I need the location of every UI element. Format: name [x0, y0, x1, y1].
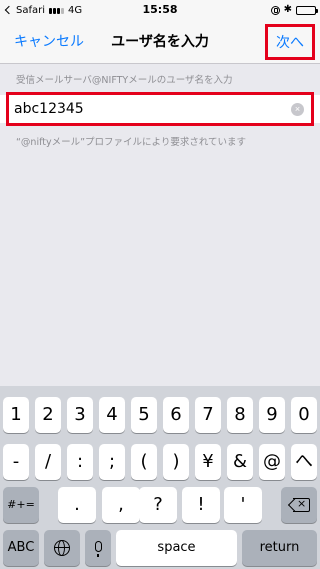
keyboard: 1 2 3 4 5 6 7 8 9 0 - / : ; ( ) ¥ & @ へ …: [0, 386, 320, 569]
username-section-footer: “@niftyメール”プロファイルにより要求されています: [16, 137, 247, 148]
key-open-paren[interactable]: (: [131, 444, 157, 480]
globe-icon: [54, 540, 70, 556]
delete-icon: ×: [287, 497, 310, 513]
key-apostrophe[interactable]: ': [224, 487, 262, 523]
key-comma[interactable]: ,: [102, 487, 140, 523]
key-4[interactable]: 4: [99, 397, 125, 433]
return-key[interactable]: return: [242, 530, 317, 566]
key-3[interactable]: 3: [67, 397, 93, 433]
username-section-header: 受信メールサーバ@NIFTYメールのユーザ名を入力: [16, 75, 233, 86]
dictation-key[interactable]: [85, 530, 111, 566]
key-exclamation[interactable]: !: [182, 487, 220, 523]
key-1[interactable]: 1: [3, 397, 29, 433]
symbols-toggle-key[interactable]: #+=: [3, 487, 39, 523]
key-yen[interactable]: ¥: [195, 444, 221, 480]
navigation-bar: キャンセル ユーザ名を入力 次へ: [0, 20, 320, 64]
bluetooth-icon: ✱: [283, 4, 292, 15]
key-question[interactable]: ?: [139, 487, 177, 523]
cancel-button[interactable]: キャンセル: [14, 20, 84, 64]
key-colon[interactable]: :: [67, 444, 93, 480]
key-slash[interactable]: /: [35, 444, 61, 480]
key-close-paren[interactable]: ): [163, 444, 189, 480]
key-semicolon[interactable]: ;: [99, 444, 125, 480]
key-8[interactable]: 8: [227, 397, 253, 433]
key-hyphen[interactable]: -: [3, 444, 29, 480]
key-period[interactable]: .: [58, 487, 96, 523]
battery-icon: [296, 5, 318, 15]
username-highlight-frame: [6, 92, 314, 126]
orientation-lock-icon: [270, 5, 280, 15]
key-ampersand[interactable]: &: [227, 444, 253, 480]
key-9[interactable]: 9: [259, 397, 285, 433]
key-2[interactable]: 2: [35, 397, 61, 433]
next-button[interactable]: 次へ: [265, 24, 315, 60]
key-5[interactable]: 5: [131, 397, 157, 433]
globe-key[interactable]: [44, 530, 80, 566]
microphone-icon: [94, 540, 102, 557]
key-at[interactable]: @: [259, 444, 285, 480]
key-0[interactable]: 0: [291, 397, 317, 433]
abc-key[interactable]: ABC: [3, 530, 39, 566]
key-he[interactable]: へ: [291, 444, 317, 480]
key-7[interactable]: 7: [195, 397, 221, 433]
delete-key[interactable]: ×: [281, 487, 317, 523]
status-bar: Safari 4G 15:58 ✱: [0, 0, 320, 20]
space-key[interactable]: space: [116, 530, 237, 566]
key-6[interactable]: 6: [163, 397, 189, 433]
